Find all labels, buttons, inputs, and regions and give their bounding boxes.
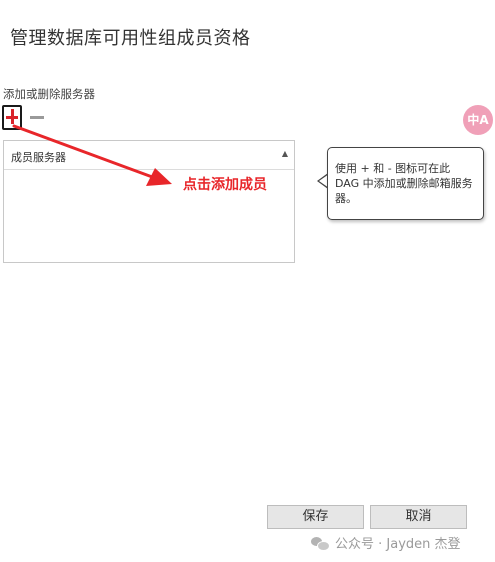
save-button[interactable]: 保存	[267, 505, 364, 529]
watermark-text: 公众号 · Jayden 杰登	[335, 537, 461, 552]
wechat-icon	[311, 536, 330, 551]
cancel-button[interactable]: 取消	[370, 505, 467, 529]
annotation-arrow	[12, 124, 172, 186]
watermark: 公众号 · Jayden 杰登	[311, 533, 461, 552]
annotation-text: 点击添加成员	[183, 177, 267, 193]
